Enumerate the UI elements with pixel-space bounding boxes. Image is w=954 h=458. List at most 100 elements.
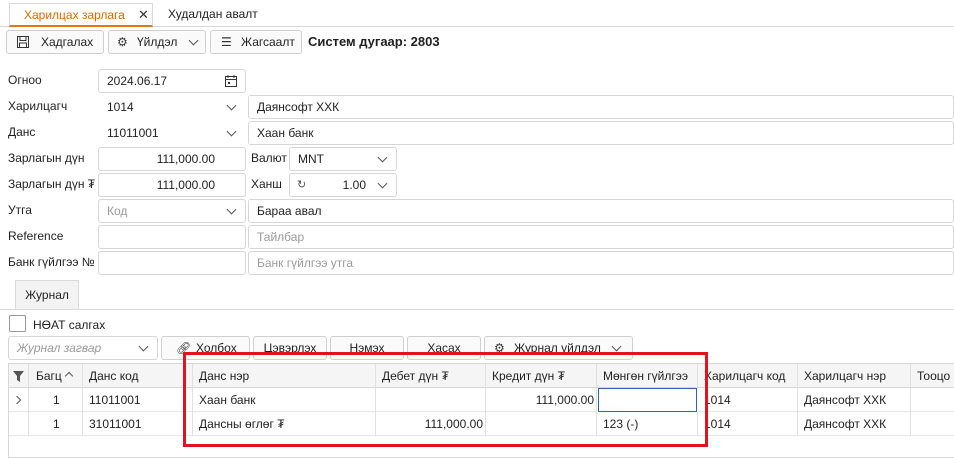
partner-name-field[interactable]: Даянсофт ХХК [248,95,954,119]
add-button[interactable]: Нэмэх [330,336,404,360]
row-indicator[interactable] [9,388,29,412]
col-header-account-name[interactable]: Данс нэр [193,364,376,388]
rate-field[interactable]: ↻ 1.00 [289,173,397,197]
vat-checkbox[interactable] [9,315,26,332]
actions-button-label: Үйлдэл [137,35,178,49]
purpose-label: Утга [8,203,32,217]
save-icon [17,36,29,48]
col-header-partner-name[interactable]: Харилцагч нэр [798,364,911,388]
tab-expense-label: Харилцах зарлага [24,8,125,22]
purpose-code-select[interactable]: Код [98,199,246,223]
link-button[interactable]: 🔗︎ Холбох [161,336,250,360]
purpose-code-placeholder: Код [107,204,128,218]
cell-account-code[interactable]: 31011001 [83,412,193,436]
col-batch-label: Багц [36,369,62,383]
system-number: Систем дугаар: 2803 [308,34,440,49]
tab-purchase[interactable]: Худалдан авалт [168,3,258,27]
col-header-debit[interactable]: Дебет дүн ₮ [376,364,486,388]
chevron-down-icon [188,35,199,46]
journal-template-select[interactable]: Журнал загвар [8,336,158,360]
cell-debit[interactable]: 111,000.00 [376,412,486,436]
tab-journal[interactable]: Журнал [15,280,79,310]
description-field[interactable]: Тайлбар [248,225,954,249]
bank-tx-desc-field[interactable]: Банк гүйлгээ утга [248,251,954,275]
chevron-down-icon [377,178,388,189]
chevron-down-icon [226,126,237,137]
save-button[interactable]: Хадгалах [6,30,104,54]
actions-dropdown-button[interactable]: ⚙ Үйлдэл [108,30,206,54]
cell-partner-name[interactable]: Даянсофт ХХК [798,412,911,436]
document-tab-bar: Харилцах зарлага ✕ Худалдан авалт [0,0,954,27]
save-button-label: Хадгалах [41,35,94,49]
gear-icon: ⚙ [494,341,505,355]
col-header-settlement[interactable]: Тооцо [911,364,954,388]
list-button[interactable]: ☰ Жагсаалт [210,30,302,54]
partner-code-select[interactable]: 1014 [98,95,246,119]
calendar-icon[interactable] [225,75,237,87]
cell-cash-flow[interactable] [598,388,697,412]
col-header-cash-flow[interactable]: Мөнгөн гүйлгээ [597,364,698,388]
refresh-icon[interactable]: ↻ [297,174,306,196]
cell-partner-name[interactable]: Даянсофт ХХК [798,388,911,412]
chevron-right-icon [12,395,22,405]
account-label: Данс [8,125,36,139]
cell-settlement[interactable] [911,412,954,436]
col-header-account-code[interactable]: Данс код [83,364,193,388]
currency-value: MNT [298,152,324,166]
cell-debit[interactable] [376,388,486,412]
col-header-batch[interactable]: Багц [29,364,83,388]
account-code-value: 11011001 [107,126,159,140]
cell-account-code[interactable]: 11011001 [83,388,193,412]
purpose-field[interactable]: Бараа авал [248,199,954,223]
amount-label: Зарлагын дүн [8,151,85,165]
rate-value: 1.00 [342,178,366,192]
list-button-label: Жагсаалт [241,35,295,49]
cell-account-name[interactable]: Хаан банк [193,388,376,412]
reference-label: Reference [8,229,64,243]
gear-icon: ⚙ [117,35,128,49]
cell-partner-code[interactable]: 1014 [698,388,798,412]
col-header-credit[interactable]: Кредит дүн ₮ [486,364,597,388]
chevron-down-icon [611,341,622,352]
cell-cash-flow[interactable]: 123 (-) [597,412,698,436]
sort-up-icon [64,371,74,381]
chevron-down-icon [226,204,237,215]
cell-settlement[interactable] [911,388,954,412]
close-icon[interactable]: ✕ [138,4,149,26]
date-field[interactable]: 2024.06.17 [98,69,246,93]
rate-label: Ханш [251,177,282,191]
cell-partner-code[interactable]: 1014 [698,412,798,436]
journal-template-placeholder: Журнал загвар [17,341,102,355]
filter-icon-cell[interactable] [9,364,29,388]
bank-tx-field[interactable] [98,251,246,275]
cell-credit[interactable] [486,412,597,436]
chevron-down-icon [138,341,149,352]
currency-label: Валют [251,151,287,165]
partner-code-value: 1014 [107,100,134,114]
account-name-field[interactable]: Хаан банк [248,121,954,145]
amount-mnt-label: Зарлагын дүн ₮ [8,177,96,191]
partner-label: Харилцагч [8,99,68,113]
delete-button[interactable]: Хасах [407,336,481,360]
journal-divider [0,309,954,310]
journal-actions-button[interactable]: ⚙ Журнал үйлдэл [484,336,633,360]
cell-credit[interactable]: 111,000.00 [486,388,597,412]
reference-field[interactable] [98,225,246,249]
row-indicator[interactable] [9,412,29,436]
filter-icon[interactable] [13,371,24,382]
chevron-down-icon [377,152,388,163]
amount-field[interactable]: 111,000.00 [98,147,246,171]
tab-expense[interactable]: Харилцах зарлага ✕ [9,3,153,27]
cell-account-name[interactable]: Дансны өглөг ₮ [193,412,376,436]
clear-button[interactable]: Цэвэрлэх [253,336,327,360]
account-code-select[interactable]: 11011001 [98,121,246,145]
journal-actions-label: Журнал үйлдэл [514,341,601,355]
currency-select[interactable]: MNT [289,147,397,171]
date-label: Огноо [8,73,42,87]
list-icon: ☰ [221,35,232,49]
cell-batch[interactable]: 1 [29,388,83,412]
bank-tx-label: Банк гүйлгээ № [8,255,95,269]
cell-batch[interactable]: 1 [29,412,83,436]
col-header-partner-code[interactable]: Харилцагч код [698,364,798,388]
amount-mnt-field[interactable]: 111,000.00 [98,173,246,197]
